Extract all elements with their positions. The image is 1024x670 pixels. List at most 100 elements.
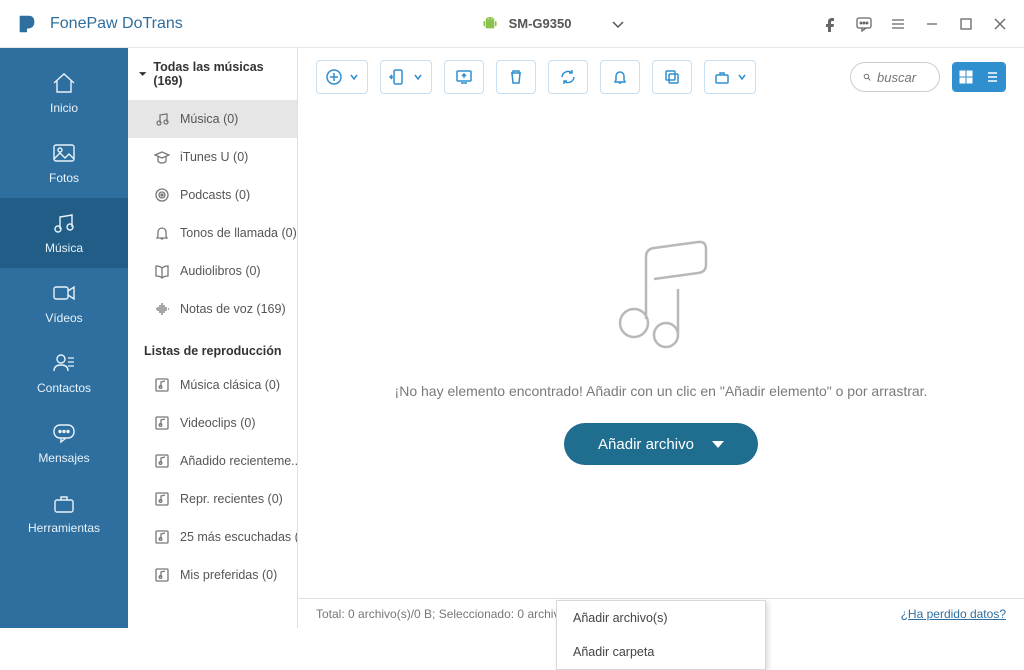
- list-view-button[interactable]: [979, 63, 1005, 91]
- toolbar: [298, 48, 1024, 106]
- main: Inicio Fotos Música Vídeos Contactos Men…: [0, 48, 1024, 628]
- nav-tools[interactable]: Herramientas: [0, 478, 128, 548]
- android-icon: [483, 16, 497, 32]
- home-icon: [51, 71, 77, 95]
- trash-icon: [507, 68, 525, 86]
- cat-label: 25 más escuchadas (0): [180, 530, 297, 544]
- video-icon: [51, 281, 77, 305]
- bell-icon: [154, 225, 170, 241]
- dropdown-caret-icon: [712, 441, 724, 448]
- cat-label: Podcasts (0): [180, 188, 250, 202]
- pl-top25[interactable]: 25 más escuchadas (0): [128, 518, 297, 556]
- grid-icon: [959, 70, 973, 84]
- cat-music[interactable]: Música (0): [128, 100, 297, 138]
- cat-podcasts[interactable]: Podcasts (0): [128, 176, 297, 214]
- book-icon: [154, 263, 170, 279]
- chevron-down-icon: [413, 72, 423, 82]
- nav-label: Música: [45, 241, 83, 255]
- playlist-icon: [154, 529, 170, 545]
- nav-music[interactable]: Música: [0, 198, 128, 268]
- add-file-button[interactable]: Añadir archivo: [564, 423, 758, 465]
- data-recovery-link[interactable]: ¿Ha perdido datos?: [901, 607, 1006, 621]
- add-button[interactable]: [316, 60, 368, 94]
- cat-itunesu[interactable]: iTunes U (0): [128, 138, 297, 176]
- empty-text: ¡No hay elemento encontrado! Añadir con …: [395, 383, 928, 399]
- view-toggle: [952, 62, 1006, 92]
- photo-icon: [51, 141, 77, 165]
- nav-messages[interactable]: Mensajes: [0, 408, 128, 478]
- list-icon: [985, 70, 999, 84]
- chevron-down-icon: [611, 17, 625, 31]
- pl-recently-played[interactable]: Repr. recientes (0): [128, 480, 297, 518]
- ringtone-button[interactable]: [600, 60, 640, 94]
- refresh-icon: [559, 68, 577, 86]
- plus-circle-icon: [325, 68, 343, 86]
- cat-label: Tonos de llamada (0): [180, 226, 297, 240]
- nav-label: Fotos: [49, 171, 79, 185]
- cat-label: Repr. recientes (0): [180, 492, 283, 506]
- nav-label: Contactos: [37, 381, 91, 395]
- music-icon: [51, 211, 77, 235]
- pl-videoclips[interactable]: Videoclips (0): [128, 404, 297, 442]
- nav-label: Herramientas: [28, 521, 100, 535]
- nav-contacts[interactable]: Contactos: [0, 338, 128, 408]
- phone-export-icon: [389, 68, 407, 86]
- nav-label: Mensajes: [38, 451, 89, 465]
- podcast-icon: [154, 187, 170, 203]
- toolbox-button[interactable]: [704, 60, 756, 94]
- playlist-icon: [154, 377, 170, 393]
- cat-label: Notas de voz (169): [180, 302, 286, 316]
- minimize-icon[interactable]: [924, 16, 940, 32]
- pc-export-icon: [455, 68, 473, 86]
- cat-section-header: Listas de reproducción: [128, 328, 297, 366]
- search-field[interactable]: [850, 62, 940, 92]
- pl-classical[interactable]: Música clásica (0): [128, 366, 297, 404]
- nav-label: Inicio: [50, 101, 78, 115]
- device-selector[interactable]: SM-G9350: [286, 16, 822, 32]
- tools-icon: [51, 491, 77, 515]
- titlebar: FonePaw DoTrans SM-G9350: [0, 0, 1024, 48]
- sidebar-nav: Inicio Fotos Música Vídeos Contactos Men…: [0, 48, 128, 628]
- add-file-label: Añadir archivo: [598, 436, 694, 453]
- cat-voicememos[interactable]: Notas de voz (169): [128, 290, 297, 328]
- cat-label: iTunes U (0): [180, 150, 248, 164]
- refresh-button[interactable]: [548, 60, 588, 94]
- voice-icon: [154, 301, 170, 317]
- note-icon: [154, 111, 170, 127]
- messages-icon: [51, 421, 77, 445]
- maximize-icon[interactable]: [958, 16, 974, 32]
- feedback-icon[interactable]: [856, 16, 872, 32]
- playlist-icon: [154, 567, 170, 583]
- export-to-pc-button[interactable]: [444, 60, 484, 94]
- cat-header[interactable]: Todas las músicas (169): [128, 48, 297, 100]
- cat-ringtones[interactable]: Tonos de llamada (0): [128, 214, 297, 252]
- cat-label: Añadido recienteme..: [180, 454, 297, 468]
- cat-header-label: Todas las músicas (169): [153, 60, 287, 88]
- menu-add-files[interactable]: Añadir archivo(s): [557, 601, 765, 635]
- menu-add-folder[interactable]: Añadir carpeta: [557, 635, 765, 669]
- close-icon[interactable]: [992, 16, 1008, 32]
- pl-favorites[interactable]: Mis preferidas (0): [128, 556, 297, 594]
- facebook-icon[interactable]: [822, 16, 838, 32]
- collapse-icon: [138, 69, 147, 79]
- logo-wrap: FonePaw DoTrans: [16, 13, 286, 35]
- pl-recently-added[interactable]: Añadido recienteme..: [128, 442, 297, 480]
- playlist-icon: [154, 453, 170, 469]
- nav-label: Vídeos: [45, 311, 82, 325]
- search-input[interactable]: [877, 70, 927, 85]
- nav-photos[interactable]: Fotos: [0, 128, 128, 198]
- delete-button[interactable]: [496, 60, 536, 94]
- export-to-device-button[interactable]: [380, 60, 432, 94]
- grid-view-button[interactable]: [953, 63, 979, 91]
- nav-home[interactable]: Inicio: [0, 58, 128, 128]
- empty-state: ¡No hay elemento encontrado! Añadir con …: [298, 106, 1024, 598]
- cat-label: Mis preferidas (0): [180, 568, 277, 582]
- playlist-icon: [154, 491, 170, 507]
- menu-icon[interactable]: [890, 16, 906, 32]
- duplicate-button[interactable]: [652, 60, 692, 94]
- duplicate-icon: [663, 68, 681, 86]
- cat-audiobooks[interactable]: Audiolibros (0): [128, 252, 297, 290]
- cat-label: Audiolibros (0): [180, 264, 261, 278]
- nav-videos[interactable]: Vídeos: [0, 268, 128, 338]
- toolbox-icon: [713, 68, 731, 86]
